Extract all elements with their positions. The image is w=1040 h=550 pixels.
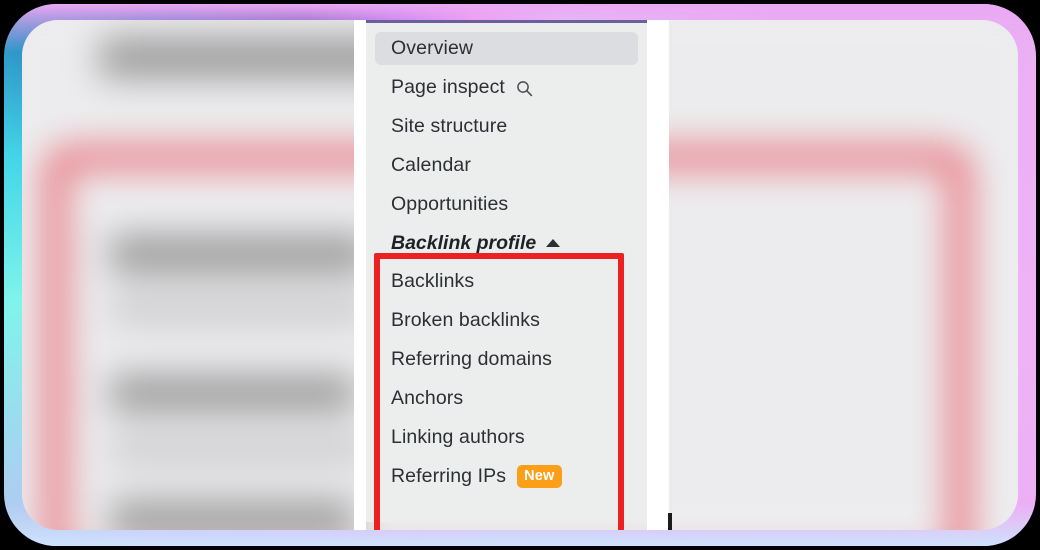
sidebar-item-opportunities[interactable]: Opportunities xyxy=(375,188,638,221)
blurred-heading-3 xyxy=(110,500,356,530)
sidebar-item-broken-backlinks[interactable]: Broken backlinks xyxy=(375,304,638,337)
sidebar-item-site-structure[interactable]: Site structure xyxy=(375,110,638,143)
caret-up-icon xyxy=(546,238,561,247)
sidebar-item-label: Site structure xyxy=(391,115,508,137)
sidebar-item-label: Referring IPs xyxy=(391,465,507,487)
browser-viewport: Overview Page inspect Site structure Cal… xyxy=(22,20,1018,530)
blurred-heading-1 xyxy=(110,234,370,274)
sidebar-item-label: Linking authors xyxy=(391,426,525,448)
sidebar-group-backlink-profile[interactable]: Backlink profile xyxy=(375,227,638,260)
sidebar-item-label: Page inspect xyxy=(391,76,505,98)
sidebar-item-linking-authors[interactable]: Linking authors xyxy=(375,421,638,454)
sidebar-item-label: Calendar xyxy=(391,154,471,176)
sidebar-item-page-inspect[interactable]: Page inspect xyxy=(375,71,638,104)
sidebar-item-label: Opportunities xyxy=(391,193,509,215)
search-icon xyxy=(516,80,533,97)
screenshot-root: Overview Page inspect Site structure Cal… xyxy=(0,0,1040,550)
sidebar-item-referring-domains[interactable]: Referring domains xyxy=(375,343,638,376)
sidebar-item-label: Referring domains xyxy=(391,348,553,370)
sidebar-item-label: Backlinks xyxy=(391,270,475,292)
sidebar-item-label: Broken backlinks xyxy=(391,309,541,331)
blurred-line-2 xyxy=(110,436,370,464)
sidebar-item-label: Overview xyxy=(391,37,474,59)
sidebar-item-calendar[interactable]: Calendar xyxy=(375,149,638,182)
sidebar-item-label: Anchors xyxy=(391,387,464,409)
blurred-heading-2 xyxy=(110,374,356,412)
sidebar-group-label: Backlink profile xyxy=(391,232,537,254)
blurred-line-1 xyxy=(110,296,370,324)
navigation-dropdown-panel: Overview Page inspect Site structure Cal… xyxy=(366,20,647,522)
status-badge: New xyxy=(517,464,562,489)
sidebar-item-backlinks[interactable]: Backlinks xyxy=(375,265,638,298)
text-cursor xyxy=(668,513,672,530)
panel-gutter-right xyxy=(647,20,669,530)
sidebar-item-overview[interactable]: Overview xyxy=(375,32,638,65)
sidebar-item-referring-ips[interactable]: Referring IPs New xyxy=(375,460,638,493)
sidebar-item-anchors[interactable]: Anchors xyxy=(375,382,638,415)
panel-gutter-left xyxy=(354,20,366,530)
